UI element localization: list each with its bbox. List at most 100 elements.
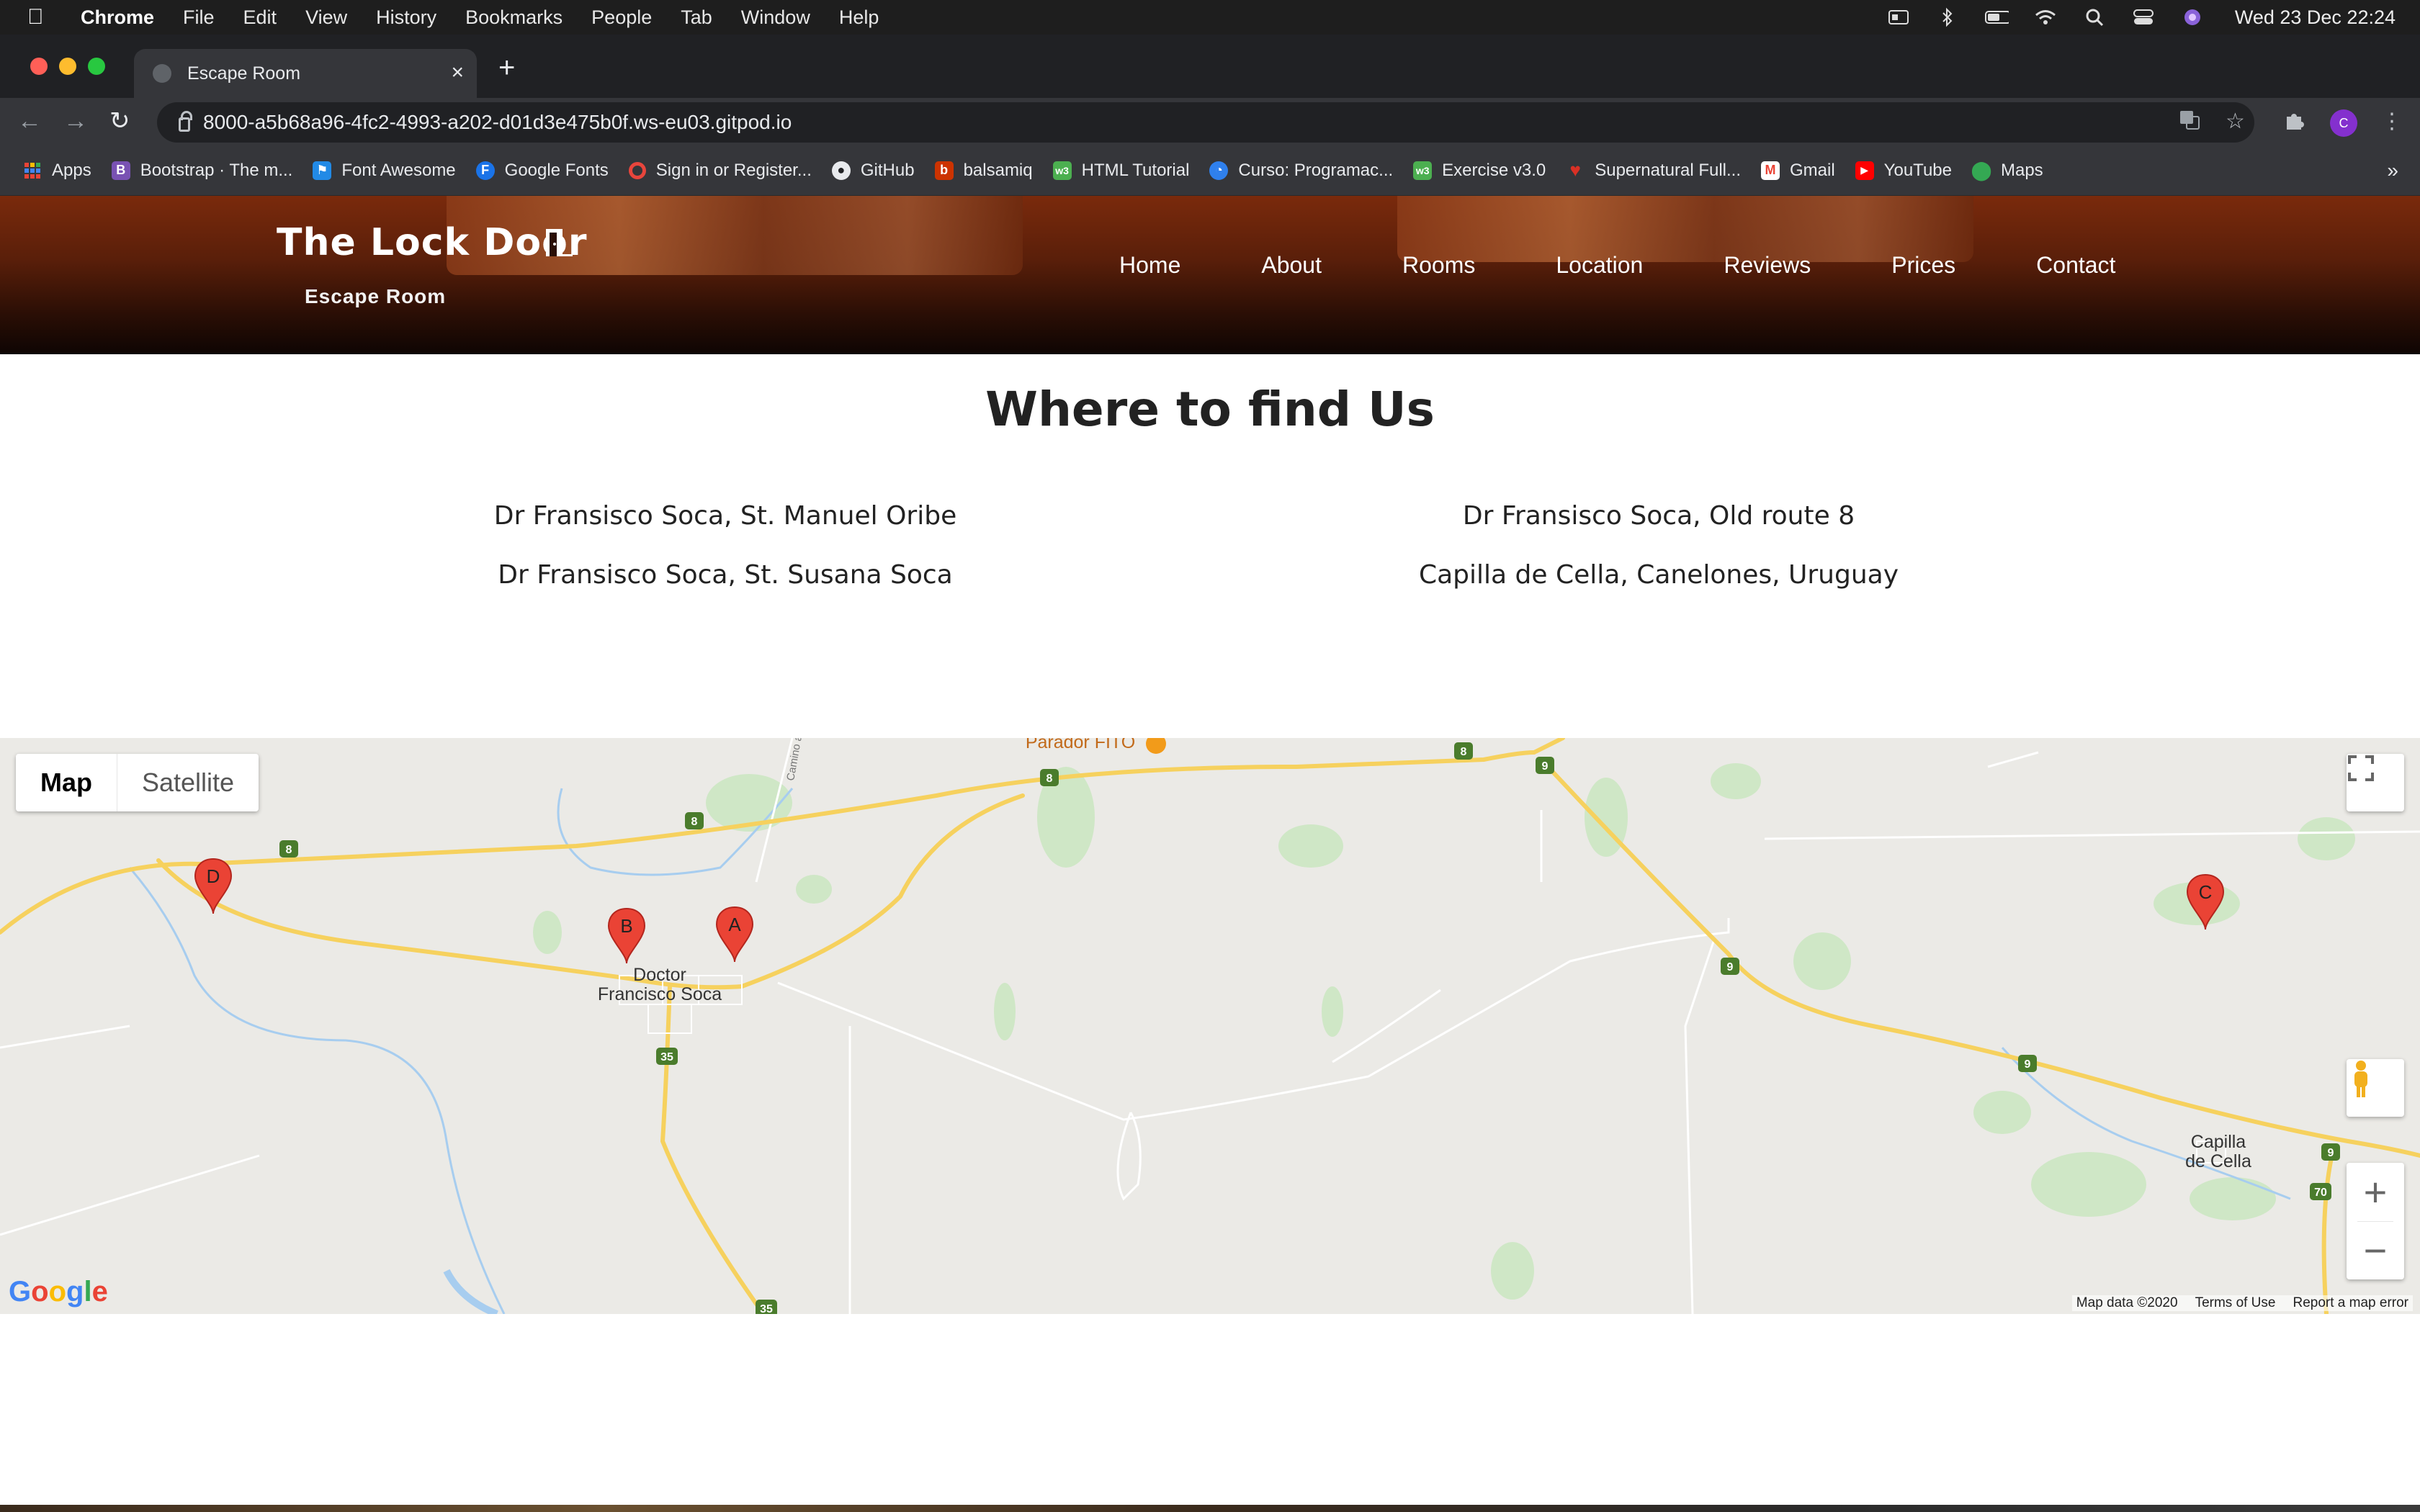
nav-contact[interactable]: Contact [2036,252,2115,279]
bookmark-label: HTML Tutorial [1081,160,1190,180]
menu-edit[interactable]: Edit [243,6,277,29]
svg-text:35: 35 [760,1303,773,1314]
zoom-control: + − [2347,1163,2404,1279]
nav-rooms[interactable]: Rooms [1402,252,1475,279]
apps-grid-icon [23,161,42,180]
svg-text:D: D [207,865,220,887]
window-minimize-button[interactable] [59,58,76,75]
place-label: Francisco Soca [598,984,722,1004]
menu-bookmarks[interactable]: Bookmarks [465,6,563,29]
nav-location[interactable]: Location [1556,252,1643,279]
address-bar[interactable]: 8000-a5b68a96-4fc2-4993-a202-d01d3e475b0… [157,102,2254,143]
address-line: Dr Fransisco Soca, St. Manuel Oribe [493,501,957,531]
nav-about[interactable]: About [1261,252,1322,279]
siri-icon[interactable] [2180,8,2205,27]
window-close-button[interactable] [30,58,48,75]
youtube-icon: ▶ [1855,161,1874,180]
window-zoom-button[interactable] [88,58,105,75]
svg-text:B: B [620,915,632,937]
zoom-in-button[interactable]: + [2364,1164,2388,1221]
bookmark-star-icon[interactable]: ☆ [2226,108,2245,135]
bookmark-google-fonts[interactable]: F Google Fonts [475,160,609,181]
google-map[interactable]: 8 8 8 8 9 9 9 9 35 35 70 Doctor Francisc… [0,738,2420,1314]
menu-clock[interactable]: Wed 23 Dec 22:24 [2235,6,2396,29]
google-fonts-icon: F [475,161,495,180]
heart-icon: ♥ [1569,159,1581,181]
place-label: Doctor [633,965,686,985]
menu-people[interactable]: People [591,6,652,29]
place-label: Camino a S [784,738,806,782]
map-data-credit[interactable]: Map data ©2020 [2076,1295,2178,1311]
tab-close-icon[interactable]: × [451,62,464,84]
spotlight-search-icon[interactable] [2082,8,2107,27]
menu-window[interactable]: Window [741,6,810,29]
map-type-satellite-button[interactable]: Satellite [117,754,259,811]
svg-text:C: C [2199,881,2213,903]
map-type-map-button[interactable]: Map [16,754,117,811]
nav-prices[interactable]: Prices [1891,252,1955,279]
bookmark-exercise[interactable]: w3 Exercise v3.0 [1413,161,1546,181]
apple-menu-icon[interactable]:  [27,5,49,30]
forward-arrow-icon[interactable]: → [63,107,88,135]
bookmark-sign-in[interactable]: Sign in or Register... [628,161,812,181]
menu-tab[interactable]: Tab [681,6,712,29]
map-marker-a[interactable]: A [715,906,754,963]
bookmark-supernatural[interactable]: ♥ Supernatural Full... [1566,159,1742,181]
wifi-icon[interactable] [2033,8,2058,27]
bookmark-github[interactable]: ● GitHub [831,161,915,181]
fullscreen-button[interactable] [2347,754,2404,811]
balsamiq-icon: b [934,161,954,180]
bookmark-label: Supernatural Full... [1595,160,1741,180]
map-canvas[interactable]: 8 8 8 8 9 9 9 9 35 35 70 Doctor Francisc… [0,738,2420,1314]
new-tab-plus-icon[interactable]: + [498,52,515,84]
address-url[interactable]: 8000-a5b68a96-4fc2-4993-a202-d01d3e475b0… [203,111,792,134]
bookmark-balsamiq[interactable]: b balsamiq [934,161,1033,181]
svg-text:8: 8 [1461,746,1467,758]
bookmark-label: Google Fonts [504,160,609,180]
menu-help[interactable]: Help [839,6,879,29]
bookmark-html-tutorial[interactable]: w3 HTML Tutorial [1052,160,1190,181]
back-arrow-icon[interactable]: ← [17,107,42,135]
bookmark-font-awesome[interactable]: ⚑ Font Awesome [313,161,456,181]
gmail-icon: M [1761,161,1780,180]
menu-view[interactable]: View [305,6,347,29]
google-logo[interactable]: Google [9,1276,108,1308]
bookmark-label: Maps [2000,160,2043,180]
bookmarks-bar: Apps B Bootstrap · The m... ⚑ Font Awesome… [0,145,2420,196]
reload-icon[interactable]: ↻ [109,107,130,135]
bookmark-apps[interactable]: Apps [23,161,91,181]
extensions-puzzle-icon[interactable] [2283,108,2306,138]
report-map-error-link[interactable]: Report a map error [2293,1295,2408,1311]
map-marker-b[interactable]: B [607,907,646,964]
map-marker-d[interactable]: D [194,858,233,914]
terms-of-use-link[interactable]: Terms of Use [2195,1295,2276,1311]
nav-reviews[interactable]: Reviews [1724,252,1811,279]
bookmark-maps[interactable]: ⬤ Maps [1971,159,2043,181]
address-line: Dr Fransisco Soca, Old route 8 [1462,501,1855,531]
chrome-menu-kebab-icon[interactable]: ⋮ [2381,108,2403,135]
profile-avatar[interactable]: C [2330,109,2357,137]
bookmark-youtube[interactable]: ▶ YouTube [1855,161,1952,181]
bookmark-bootstrap[interactable]: B Bootstrap · The m... [111,161,292,181]
svg-text:9: 9 [1542,760,1549,773]
tab-favicon-icon [153,64,171,83]
bookmark-curso[interactable]: ◔ Curso: Programac... [1209,161,1393,181]
menu-file[interactable]: File [183,6,215,29]
street-view-pegman-button[interactable] [2347,1059,2404,1117]
bootstrap-icon: B [111,161,130,180]
menu-history[interactable]: History [376,6,436,29]
lock-icon[interactable] [179,111,192,132]
battery-icon[interactable] [1984,8,2009,27]
menu-app-name[interactable]: Chrome [81,6,154,29]
control-center-icon[interactable] [2131,8,2156,27]
translate-page-icon[interactable] [2178,108,2201,138]
browser-tab[interactable]: Escape Room × [134,49,477,98]
nav-home[interactable]: Home [1119,252,1180,279]
restaurant-poi-icon[interactable] [1146,738,1166,754]
bookmarks-overflow-icon[interactable]: » [2387,145,2398,196]
bluetooth-icon[interactable] [1935,7,1960,27]
footer-image-edge [0,1505,2420,1512]
bookmark-gmail[interactable]: M Gmail [1761,161,1835,181]
zoom-out-button[interactable]: − [2364,1222,2388,1279]
translate-status-icon[interactable] [1886,8,1911,27]
